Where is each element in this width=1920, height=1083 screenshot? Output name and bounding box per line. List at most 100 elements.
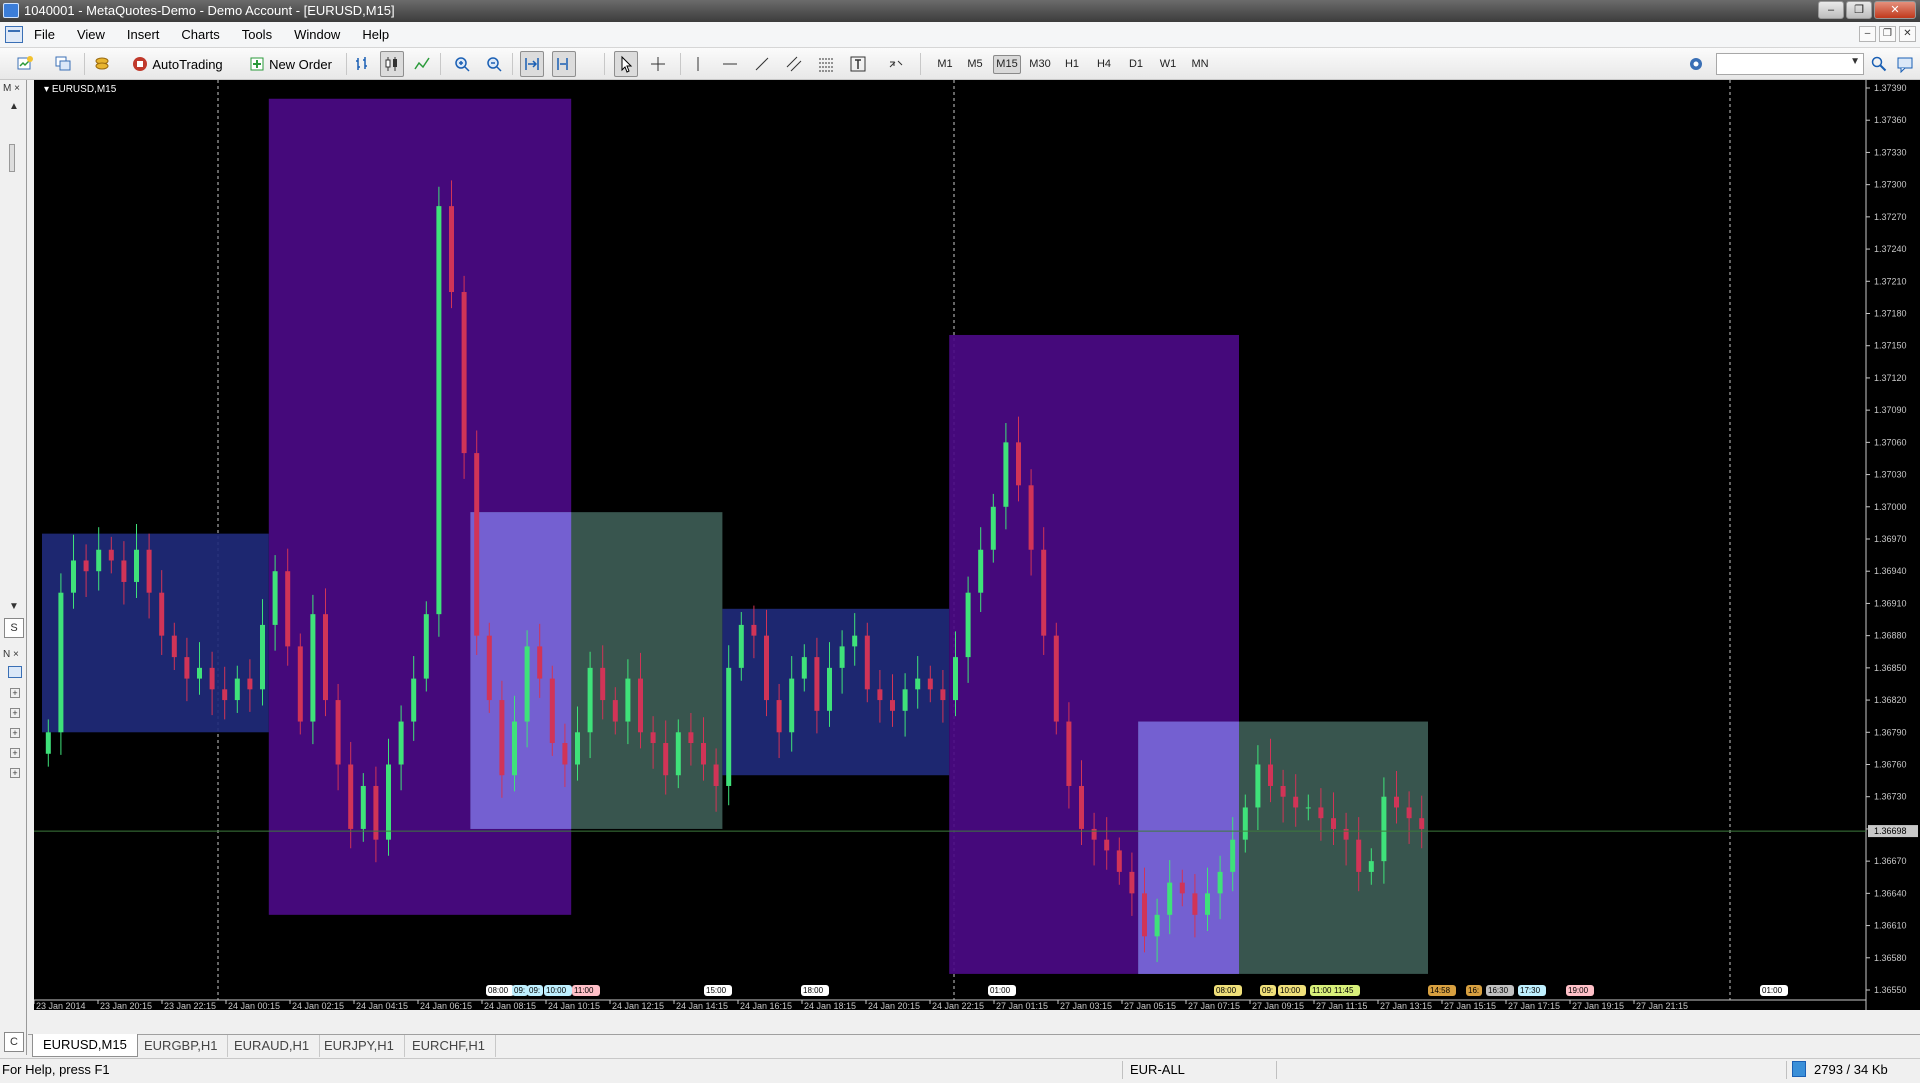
tab-eurchf-h1[interactable]: EURCHF,H1 <box>402 1035 496 1057</box>
bar-chart-button[interactable] <box>350 51 374 77</box>
candle-body <box>864 635 870 690</box>
timeframe-d1[interactable]: D1 <box>1122 55 1150 74</box>
price-tick-label: 1.36820 <box>1874 695 1907 705</box>
tab-eurusd-m15[interactable]: EURUSD,M15 <box>32 1034 138 1057</box>
window-controls: – ❐ ✕ <box>1818 1 1916 19</box>
mdi-restore-button[interactable]: ❐ <box>1879 26 1896 42</box>
price-tick-label: 1.36760 <box>1874 760 1907 770</box>
menu-view[interactable]: View <box>69 22 119 48</box>
candlestick-chart-button[interactable] <box>380 51 404 77</box>
price-tick-label: 1.36850 <box>1874 663 1907 673</box>
menu-help[interactable]: Help <box>354 22 403 48</box>
horizontal-line-button[interactable] <box>718 51 742 77</box>
candle-body <box>184 657 190 679</box>
tree-expand-icon[interactable]: + <box>10 768 20 778</box>
time-tick-label: 27 Jan 05:15 <box>1124 1001 1176 1010</box>
time-tick-label: 27 Jan 01:15 <box>996 1001 1048 1010</box>
tree-expand-icon[interactable]: + <box>10 688 20 698</box>
menu-tools[interactable]: Tools <box>234 22 286 48</box>
chart-window-icon[interactable] <box>5 26 23 43</box>
timeframe-h4[interactable]: H4 <box>1090 55 1118 74</box>
tree-expand-icon[interactable]: + <box>10 748 20 758</box>
tab-euraud-h1[interactable]: EURAUD,H1 <box>224 1035 321 1057</box>
search-button[interactable] <box>1867 51 1891 77</box>
cursor-button[interactable] <box>614 51 638 77</box>
tab-eurgbp-h1[interactable]: EURGBP,H1 <box>134 1035 229 1057</box>
candle-body <box>1381 796 1387 862</box>
timeframe-m5[interactable]: M5 <box>961 55 989 74</box>
session-time-label: 08:00 <box>1216 986 1237 995</box>
candle-body <box>549 678 555 744</box>
market-watch-button[interactable] <box>90 51 114 77</box>
chat-button[interactable] <box>1893 51 1917 77</box>
vertical-line-button[interactable] <box>686 51 710 77</box>
fibonacci-button[interactable] <box>814 51 838 77</box>
search-box[interactable]: ▼ <box>1716 53 1864 75</box>
close-button[interactable]: ✕ <box>1874 1 1916 19</box>
profiles-button[interactable] <box>46 51 80 77</box>
new-chart-button[interactable] <box>8 51 42 77</box>
timeframe-m1[interactable]: M1 <box>931 55 959 74</box>
search-input[interactable] <box>1720 55 1848 73</box>
candle-body <box>990 506 996 550</box>
market-watch-header[interactable]: M × <box>3 82 24 96</box>
candle-body <box>58 592 64 733</box>
chart-shift-button[interactable] <box>552 51 576 77</box>
candle-body <box>272 571 278 625</box>
tab-eurjpy-h1[interactable]: EURJPY,H1 <box>314 1035 405 1057</box>
menu-file[interactable]: File <box>26 22 69 48</box>
search-dropdown-icon[interactable]: ▼ <box>1850 56 1860 67</box>
crosshair-icon <box>651 57 665 71</box>
menu-insert[interactable]: Insert <box>119 22 174 48</box>
price-tick-label: 1.37390 <box>1874 83 1907 93</box>
status-bar: For Help, press F1 EUR-ALL 2793 / 34 Kb <box>0 1058 1920 1080</box>
timeframe-m15[interactable]: M15 <box>993 55 1021 74</box>
candle-body <box>1343 828 1349 840</box>
mdi-minimize-button[interactable]: – <box>1859 26 1876 42</box>
candle-body <box>1129 871 1135 894</box>
candle-body <box>1293 796 1299 808</box>
tree-expand-icon[interactable]: + <box>10 708 20 718</box>
arrows-button[interactable] <box>878 51 914 77</box>
tree-expand-icon[interactable]: + <box>10 728 20 738</box>
toolbar-separator <box>680 53 681 75</box>
fibonacci-icon <box>819 58 833 72</box>
navigator-folder-icon[interactable] <box>8 666 22 678</box>
scrollbar-thumb[interactable] <box>9 144 15 172</box>
settings-button[interactable] <box>1684 51 1708 77</box>
navigator-header[interactable]: N × <box>3 648 24 662</box>
menu-window[interactable]: Window <box>286 22 354 48</box>
candle-body <box>953 657 958 701</box>
zoom-out-button[interactable] <box>482 51 506 77</box>
timeframe-m30[interactable]: M30 <box>1026 55 1054 74</box>
trendline-button[interactable] <box>750 51 774 77</box>
scroll-up-icon[interactable]: ▲ <box>9 100 30 114</box>
auto-scroll-button[interactable] <box>520 51 544 77</box>
price-tick-label: 1.36940 <box>1874 566 1907 576</box>
crosshair-button[interactable] <box>646 51 670 77</box>
menu-charts[interactable]: Charts <box>173 22 233 48</box>
mdi-close-button[interactable]: ✕ <box>1899 26 1916 42</box>
candle-body <box>524 646 530 722</box>
timeframe-h1[interactable]: H1 <box>1058 55 1086 74</box>
autotrading-button[interactable]: AutoTrading <box>118 51 236 77</box>
text-button[interactable] <box>846 51 870 77</box>
channel-icon <box>786 56 802 72</box>
line-chart-button[interactable] <box>410 51 434 77</box>
chart-canvas[interactable]: 1.37390 1.37360 1.37330 1.37300 1.37270 1.372… <box>34 80 1920 1010</box>
common-tab[interactable]: C <box>4 1032 24 1052</box>
equidistant-channel-button[interactable] <box>782 51 806 77</box>
restore-button[interactable]: ❐ <box>1846 1 1872 19</box>
price-tick-label: 1.37270 <box>1874 212 1907 222</box>
timeframe-mn[interactable]: MN <box>1186 55 1214 74</box>
timeframe-w1[interactable]: W1 <box>1154 55 1182 74</box>
connection-status-icon[interactable] <box>1792 1061 1806 1077</box>
minimize-button[interactable]: – <box>1818 1 1844 19</box>
price-tick-label: 1.36790 <box>1874 727 1907 737</box>
zoom-in-button[interactable] <box>450 51 474 77</box>
price-chart[interactable]: 1.37390 1.37360 1.37330 1.37300 1.37270 1.372… <box>34 80 1920 1010</box>
scroll-down-icon[interactable]: ▼ <box>9 600 30 614</box>
symbols-tab[interactable]: S <box>4 618 24 638</box>
new-order-button[interactable]: New Order <box>240 51 340 77</box>
price-tick-label: 1.37180 <box>1874 309 1907 319</box>
